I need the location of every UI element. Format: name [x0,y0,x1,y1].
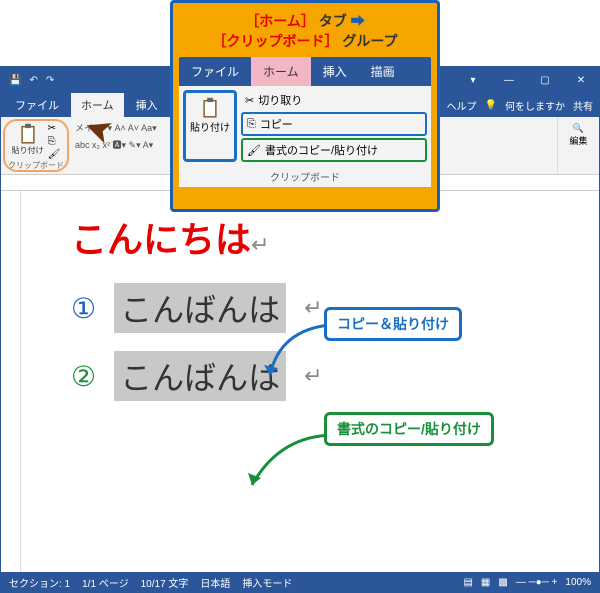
edit-label: 編集 [558,134,599,147]
view-print-icon[interactable]: ▦ [481,577,490,588]
view-web-icon[interactable]: ▩ [498,577,507,588]
clipboard-icon [19,123,37,145]
zoom-level[interactable]: 100% [565,577,591,588]
format-painter-icon[interactable]: 🖌 [48,149,61,160]
badge-2: ② [71,360,96,393]
sample-paste-button: 貼り付け [183,90,237,162]
window-controls: ▾ — ▢ ✕ [455,75,599,86]
badge-1: ① [71,292,96,325]
annotation-callout: ［ホーム］ タブ ➡ ［クリップボード］ グループ ファイル ホーム 挿入 描画… [170,0,440,212]
ribbon-options-icon[interactable]: ▾ [455,75,491,86]
bubble-copy-paste: コピー＆貼り付け [324,307,462,341]
return-mark: ↵ [251,232,269,257]
copy-icon: ⎘ [247,118,256,131]
share-button[interactable]: 共有 [573,98,593,113]
sample-tab-home: ホーム [251,57,311,86]
statusbar: セクション: 1 1/1 ページ 10/17 文字 日本語 挿入モード ▤ ▦ … [1,572,599,592]
status-lang[interactable]: 日本語 [200,575,230,590]
clipboard-group-label: クリップボード [8,160,64,171]
quick-access-toolbar: 💾 ↶ ↷ [1,75,62,86]
paste-button[interactable]: 貼り付け [12,123,44,156]
bubble-format-painter: 書式のコピー/貼り付け [324,412,494,446]
tab-insert[interactable]: 挿入 [126,93,168,117]
copy-icon[interactable]: ⎘ [48,136,61,147]
status-chars[interactable]: 10/17 文字 [141,575,189,590]
find-icon[interactable]: 🔍 [558,123,599,134]
sample-tab-insert: 挿入 [311,57,359,86]
status-page[interactable]: 1/1 ページ [82,575,128,590]
tab-help[interactable]: ヘルプ [447,98,477,113]
clipboard-icon [201,97,219,119]
close-button[interactable]: ✕ [563,75,599,86]
sample-group-label: クリップボード [179,166,431,187]
scissors-icon: ✂ [245,94,254,107]
paste-label: 貼り付け [12,145,44,156]
clipboard-group-highlighted: 貼り付け ✂ ⎘ 🖌 クリップボード [3,119,69,172]
sample-copy: ⎘コピー [241,112,427,136]
cut-icon[interactable]: ✂ [48,123,61,134]
maximize-button[interactable]: ▢ [527,75,563,86]
callout-ribbon-sample: ファイル ホーム 挿入 描画 貼り付け ✂切り取り ⎘コピー 🖌書式のコピー/貼… [179,57,431,187]
tab-file[interactable]: ファイル [5,93,69,117]
view-readmode-icon[interactable]: ▤ [463,577,472,588]
sample-tab-draw: 描画 [359,57,407,86]
sample-format-painter: 🖌書式のコピー/貼り付け [241,138,427,162]
vertical-ruler[interactable] [1,191,21,572]
sample-tab-file: ファイル [179,57,251,86]
lightbulb-icon: 💡 [485,100,497,111]
brush-icon: 🖌 [247,144,261,157]
zoom-slider[interactable]: — ─●─ + [516,577,558,588]
sample-cut: ✂切り取り [241,90,427,110]
minimize-button[interactable]: — [491,75,527,86]
redo-icon[interactable]: ↷ [46,75,54,86]
status-section[interactable]: セクション: 1 [9,575,70,590]
edit-group: 🔍 編集 [557,117,599,174]
status-mode[interactable]: 挿入モード [242,575,292,590]
undo-icon[interactable]: ↶ [29,75,37,86]
save-icon[interactable]: 💾 [9,75,21,86]
doc-line-1: こんにちは↵ [71,211,549,263]
tell-me[interactable]: 何をしますか [505,98,565,113]
callout-heading: ［ホーム］ タブ ➡ ［クリップボード］ グループ [179,9,431,57]
